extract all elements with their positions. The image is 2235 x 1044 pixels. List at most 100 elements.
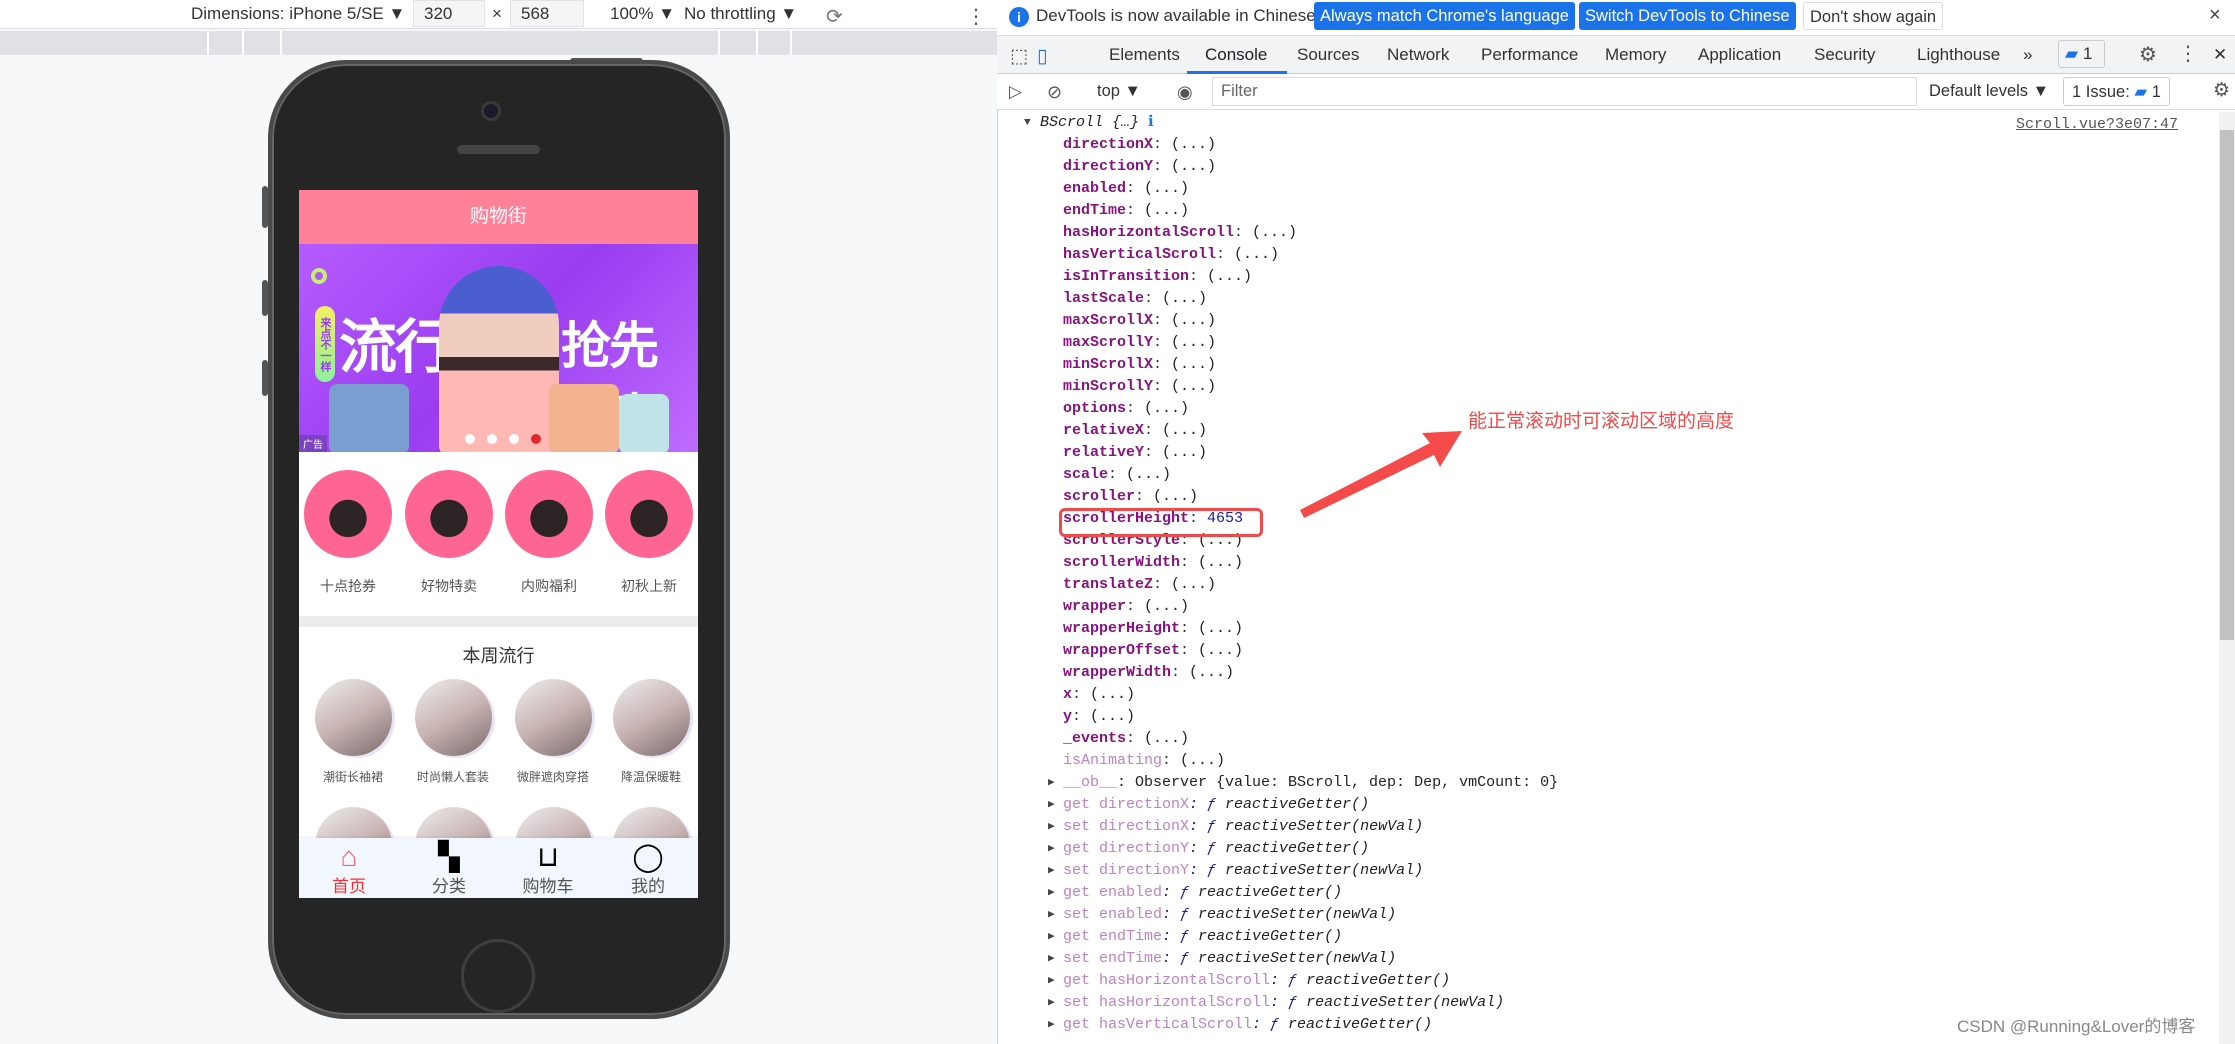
property-row[interactable]: wrapperOffset: (...)	[1020, 640, 2215, 662]
property-value[interactable]: (...)	[1144, 730, 1189, 747]
property-row[interactable]: y: (...)	[1020, 706, 2215, 728]
sidebar-toggle-icon[interactable]: ▷	[1009, 82, 1022, 102]
always-match-language-button[interactable]: Always match Chrome's language	[1314, 2, 1575, 30]
property-value[interactable]: (...)	[1234, 246, 1279, 263]
clear-console-icon[interactable]: ⊘	[1047, 82, 1062, 103]
property-row[interactable]: enabled: (...)	[1020, 178, 2215, 200]
accessor-row[interactable]: ▶ get directionY: ƒ reactiveGetter()	[1020, 838, 2215, 860]
property-row[interactable]: minScrollY: (...)	[1020, 376, 2215, 398]
expand-triangle-icon[interactable]: ▼	[1024, 112, 1031, 134]
property-value[interactable]: (...)	[1180, 752, 1225, 769]
property-row[interactable]: wrapper: (...)	[1020, 596, 2215, 618]
accessor-row[interactable]: ▶ get hasHorizontalScroll: ƒ reactiveGett…	[1020, 970, 2215, 992]
tab-memory[interactable]: Memory	[1605, 45, 1666, 65]
property-value[interactable]: (...)	[1171, 136, 1216, 153]
weekly-item[interactable]: 微胖遮肉穿搭	[513, 679, 593, 785]
property-value[interactable]: (...)	[1171, 576, 1216, 593]
category-item[interactable]: 内购福利	[505, 470, 593, 596]
dont-show-again-button[interactable]: Don't show again	[1803, 2, 1944, 30]
tab-sources[interactable]: Sources	[1297, 45, 1359, 65]
carousel-dot[interactable]	[509, 434, 519, 444]
property-row[interactable]: lastScale: (...)	[1020, 288, 2215, 310]
source-link[interactable]: Scroll.vue?3e07:47	[2016, 116, 2178, 133]
accessor-row[interactable]: ▶ set directionY: ƒ reactiveSetter(newVal…	[1020, 860, 2215, 882]
more-options-icon[interactable]: ⋮	[2178, 41, 2198, 66]
category-item[interactable]: 好物特卖	[405, 470, 493, 596]
tab-application[interactable]: Application	[1698, 45, 1781, 65]
tab-performance[interactable]: Performance	[1481, 45, 1578, 65]
property-value[interactable]: (...)	[1144, 202, 1189, 219]
property-value[interactable]: (...)	[1189, 664, 1234, 681]
throttling-dropdown[interactable]: No throttling ▼	[684, 4, 797, 24]
filter-input[interactable]: Filter	[1212, 77, 1917, 106]
property-value[interactable]: (...)	[1171, 334, 1216, 351]
property-value[interactable]: (...)	[1198, 642, 1243, 659]
observer-row[interactable]: ▶ __ob__: Observer {value: BScroll, dep: …	[1020, 772, 2215, 794]
expand-triangle-icon[interactable]: ▶	[1048, 816, 1055, 838]
dimensions-dropdown[interactable]: Dimensions: iPhone 5/SE ▼	[191, 4, 405, 24]
switch-to-chinese-button[interactable]: Switch DevTools to Chinese	[1579, 2, 1796, 30]
property-row[interactable]: relativeY: (...)	[1020, 442, 2215, 464]
zoom-dropdown[interactable]: 100% ▼	[610, 4, 675, 24]
accessor-row[interactable]: ▶ set directionX: ƒ reactiveSetter(newVal…	[1020, 816, 2215, 838]
property-row[interactable]: wrapperHeight: (...)	[1020, 618, 2215, 640]
carousel-dot[interactable]	[487, 434, 497, 444]
property-row[interactable]: maxScrollY: (...)	[1020, 332, 2215, 354]
property-value[interactable]: (...)	[1198, 554, 1243, 571]
expand-triangle-icon[interactable]: ▶	[1048, 882, 1055, 904]
media-query-ruler[interactable]	[0, 31, 997, 55]
property-value[interactable]: (...)	[1171, 356, 1216, 373]
property-value[interactable]: (...)	[1252, 224, 1297, 241]
property-value[interactable]: (...)	[1162, 422, 1207, 439]
tab-console[interactable]: Console	[1205, 45, 1267, 65]
property-value[interactable]: (...)	[1153, 488, 1198, 505]
tab-category[interactable]: ▚ 分类	[399, 842, 499, 897]
accessor-row[interactable]: ▶ get directionX: ƒ reactiveGetter()	[1020, 794, 2215, 816]
issues-button[interactable]: 1 Issue: ▰ 1	[2063, 77, 2170, 106]
issues-badge-button[interactable]: ▰ 1	[2058, 40, 2105, 68]
property-row[interactable]: x: (...)	[1020, 684, 2215, 706]
property-row[interactable]: scroller: (...)	[1020, 486, 2215, 508]
property-row[interactable]: maxScrollX: (...)	[1020, 310, 2215, 332]
close-devtools-icon[interactable]: ✕	[2213, 45, 2227, 65]
width-input[interactable]: 320	[413, 0, 485, 27]
expand-triangle-icon[interactable]: ▶	[1048, 838, 1055, 860]
more-options-icon[interactable]: ⋮	[966, 4, 986, 29]
accessor-row[interactable]: ▶ get enabled: ƒ reactiveGetter()	[1020, 882, 2215, 904]
tab-profile[interactable]: ◯ 我的	[598, 842, 698, 897]
settings-gear-icon[interactable]: ⚙	[2139, 42, 2157, 67]
device-toggle-icon[interactable]: ▯	[1037, 45, 1047, 68]
weekly-item[interactable]: 潮街长袖裙	[313, 679, 393, 785]
expand-triangle-icon[interactable]: ▶	[1048, 926, 1055, 948]
weekly-item[interactable]: 降温保暖鞋	[611, 679, 691, 785]
property-row[interactable]: directionX: (...)	[1020, 134, 2215, 156]
more-tabs-icon[interactable]: »	[2023, 45, 2032, 65]
property-value[interactable]: (...)	[1198, 620, 1243, 637]
property-row[interactable]: minScrollX: (...)	[1020, 354, 2215, 376]
property-row[interactable]: scrollerWidth: (...)	[1020, 552, 2215, 574]
expand-triangle-icon[interactable]: ▶	[1048, 948, 1055, 970]
context-selector[interactable]: top ▼	[1097, 82, 1141, 101]
expand-triangle-icon[interactable]: ▶	[1048, 860, 1055, 882]
property-value[interactable]: (...)	[1207, 268, 1252, 285]
category-item[interactable]: 初秋上新	[605, 470, 693, 596]
property-row[interactable]: translateZ: (...)	[1020, 574, 2215, 596]
property-value[interactable]: (...)	[1171, 378, 1216, 395]
log-levels-dropdown[interactable]: Default levels ▼	[1929, 82, 2049, 101]
property-value[interactable]: (...)	[1144, 400, 1189, 417]
property-row[interactable]: _events: (...)	[1020, 728, 2215, 750]
property-row[interactable]: endTime: (...)	[1020, 200, 2215, 222]
expand-triangle-icon[interactable]: ▶	[1048, 992, 1055, 1014]
carousel-dot[interactable]	[465, 434, 475, 444]
property-value[interactable]: (...)	[1090, 708, 1135, 725]
console-settings-icon[interactable]: ⚙	[2213, 79, 2230, 102]
banner-carousel[interactable]: 来点不一样 流行 抢先一步 广告	[299, 244, 698, 452]
scrollbar-thumb[interactable]	[2220, 130, 2234, 640]
carousel-dot-active[interactable]	[531, 434, 541, 444]
expand-triangle-icon[interactable]: ▶	[1048, 1014, 1055, 1036]
tab-lighthouse[interactable]: Lighthouse	[1917, 45, 2000, 65]
property-row[interactable]: directionY: (...)	[1020, 156, 2215, 178]
property-row[interactable]: isAnimating: (...)	[1020, 750, 2215, 772]
expand-triangle-icon[interactable]: ▶	[1048, 970, 1055, 992]
weekly-item[interactable]: 时尚懒人套装	[413, 679, 493, 785]
